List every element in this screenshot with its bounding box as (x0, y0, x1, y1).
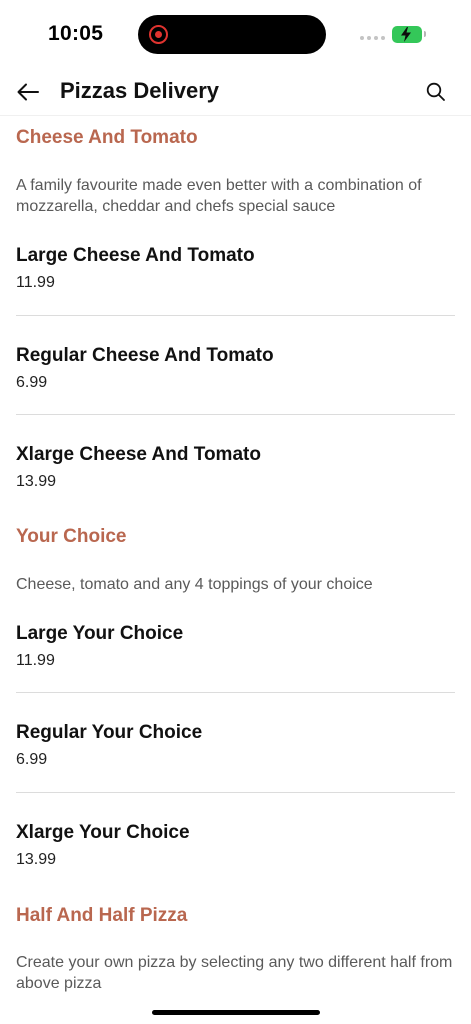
item-price: 11.99 (16, 652, 55, 669)
divider (16, 315, 455, 316)
item-price: 6.99 (16, 374, 48, 391)
item-name: Regular Cheese And Tomato (16, 345, 274, 366)
item-name: Xlarge Your Choice (16, 822, 190, 843)
divider (16, 792, 455, 793)
menu-item[interactable]: Large Cheese And Tomato 11.99 (16, 245, 455, 344)
item-name: Large Cheese And Tomato (16, 245, 255, 266)
back-button[interactable] (14, 78, 42, 106)
search-icon (426, 82, 445, 101)
divider (16, 414, 455, 415)
home-indicator (152, 1010, 320, 1015)
menu-item[interactable]: Regular Cheese And Tomato 6.99 (16, 345, 455, 444)
menu-item[interactable]: Regular Your Choice 6.99 (16, 722, 455, 821)
item-name: Large Your Choice (16, 623, 184, 644)
dynamic-island (138, 15, 326, 54)
item-price: 13.99 (16, 851, 57, 868)
category-description: Cheese, tomato and any 4 toppings of you… (16, 576, 373, 593)
page-title: Pizzas Delivery (60, 78, 219, 103)
category-title: Cheese And Tomato (16, 127, 198, 148)
category-title: Half And Half Pizza (16, 905, 188, 926)
category-title: Your Choice (16, 526, 127, 547)
battery-charging-icon (392, 26, 426, 43)
category-description: Create your own pizza by selecting any t… (16, 954, 453, 992)
screen-recording-icon (149, 25, 168, 44)
item-price: 11.99 (16, 274, 55, 291)
status-time: 10:05 (48, 22, 104, 45)
arrow-left-icon (17, 83, 39, 101)
app-bar: Pizzas Delivery (0, 70, 471, 116)
item-price: 13.99 (16, 473, 57, 490)
item-price: 6.99 (16, 751, 48, 768)
item-name: Regular Your Choice (16, 722, 203, 743)
search-button[interactable] (422, 78, 450, 106)
divider (16, 692, 455, 693)
menu-item[interactable]: Large Your Choice 11.99 (16, 623, 455, 722)
item-name: Xlarge Cheese And Tomato (16, 444, 261, 465)
category-description: A family favourite made even better with… (16, 177, 422, 215)
cellular-signal-icon (360, 36, 385, 40)
status-bar: 10:05 (0, 0, 471, 70)
